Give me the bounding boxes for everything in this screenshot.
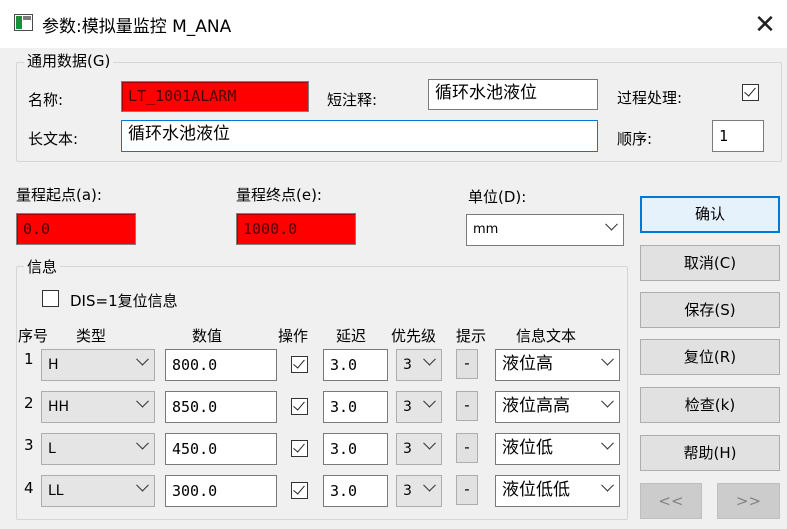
row-1-type-value: H	[48, 357, 59, 373]
row-4-value-field[interactable]: 300.0	[165, 475, 277, 507]
row-2-seq: 2	[24, 394, 34, 412]
dis-checkbox[interactable]	[42, 290, 59, 307]
range-start-label: 量程起点(a):	[16, 186, 102, 204]
range-start-field[interactable]: 0.0	[16, 213, 136, 245]
row-4-priority-dropdown[interactable]: 3	[396, 475, 442, 507]
dis-label: DIS=1复位信息	[70, 292, 178, 310]
prev-button[interactable]: <<	[640, 483, 702, 519]
save-button[interactable]: 保存(S)	[640, 292, 780, 328]
row-4-type-dropdown[interactable]: LL	[41, 475, 155, 507]
chevron-down-icon	[605, 217, 618, 231]
row-1-text-value: 液位高	[502, 354, 553, 374]
process-label: 过程处理:	[617, 89, 683, 107]
header-priority: 优先级	[391, 327, 437, 345]
row-2-hint-button[interactable]: -	[456, 391, 478, 421]
chevron-down-icon	[136, 478, 149, 492]
row-4-hint-button[interactable]: -	[456, 475, 478, 505]
row-3-value-field[interactable]: 450.0	[165, 433, 277, 465]
check-button[interactable]: 检查(k)	[640, 387, 780, 423]
header-delay: 延迟	[336, 327, 367, 345]
long-text-label: 长文本:	[28, 130, 79, 148]
chevron-down-icon	[423, 478, 436, 492]
header-text: 信息文本	[516, 327, 577, 345]
unit-dropdown[interactable]: mm	[466, 214, 624, 246]
close-icon[interactable]: ✕	[748, 8, 782, 42]
chevron-down-icon	[423, 352, 436, 366]
row-2-text-value: 液位高高	[502, 396, 570, 416]
row-3-seq: 3	[24, 436, 34, 454]
unit-dropdown-value: mm	[473, 222, 499, 237]
confirm-button[interactable]: 确认	[640, 196, 780, 233]
row-3-text-dropdown[interactable]: 液位低	[495, 433, 620, 465]
row-4-type-value: LL	[48, 483, 64, 499]
short-note-label: 短注释:	[327, 91, 378, 109]
row-3-priority-value: 3	[403, 441, 412, 457]
chevron-down-icon	[601, 436, 614, 450]
row-2-text-dropdown[interactable]: 液位高高	[495, 391, 620, 423]
range-end-field[interactable]: 1000.0	[236, 213, 356, 245]
row-4-text-dropdown[interactable]: 液位低低	[495, 475, 620, 507]
row-2-type-value: HH	[48, 399, 70, 415]
row-2-op-checkbox[interactable]	[291, 398, 308, 415]
chevron-down-icon	[423, 436, 436, 450]
row-3-op-checkbox[interactable]	[291, 440, 308, 457]
app-icon	[14, 14, 33, 31]
row-1-seq: 1	[24, 350, 34, 368]
header-value: 数值	[192, 327, 223, 345]
chevron-down-icon	[601, 352, 614, 366]
row-2-delay-field[interactable]: 3.0	[323, 391, 388, 423]
row-3-type-dropdown[interactable]: L	[41, 433, 155, 465]
header-type: 类型	[76, 327, 107, 345]
short-note-field[interactable]: 循环水池液位	[428, 79, 598, 110]
header-op: 操作	[278, 327, 309, 345]
order-label: 顺序:	[617, 130, 653, 148]
name-label: 名称:	[28, 91, 64, 109]
row-1-hint-button[interactable]: -	[456, 349, 478, 379]
row-1-text-dropdown[interactable]: 液位高	[495, 349, 620, 381]
row-2-type-dropdown[interactable]: HH	[41, 391, 155, 423]
row-4-op-checkbox[interactable]	[291, 482, 308, 499]
chevron-down-icon	[601, 478, 614, 492]
row-1-delay-field[interactable]: 3.0	[323, 349, 388, 381]
cancel-button[interactable]: 取消(C)	[640, 245, 780, 281]
row-4-priority-value: 3	[403, 483, 412, 499]
row-1-type-dropdown[interactable]: H	[41, 349, 155, 381]
window-title: 参数:模拟量监控 M_ANA	[42, 17, 232, 37]
name-field[interactable]: LT_1001ALARM	[121, 81, 309, 112]
range-end-label: 量程终点(e):	[236, 186, 322, 204]
row-2-priority-dropdown[interactable]: 3	[396, 391, 442, 423]
unit-label: 单位(D):	[468, 188, 527, 206]
header-hint: 提示	[456, 327, 487, 345]
row-3-delay-field[interactable]: 3.0	[323, 433, 388, 465]
process-checkbox[interactable]	[742, 84, 759, 101]
info-group-label: 信息	[24, 256, 61, 277]
row-1-op-checkbox[interactable]	[291, 356, 308, 373]
header-seq: 序号	[18, 327, 49, 345]
row-1-priority-value: 3	[403, 357, 412, 373]
chevron-down-icon	[136, 436, 149, 450]
row-3-priority-dropdown[interactable]: 3	[396, 433, 442, 465]
row-1-priority-dropdown[interactable]: 3	[396, 349, 442, 381]
chevron-down-icon	[136, 352, 149, 366]
chevron-down-icon	[423, 394, 436, 408]
help-button[interactable]: 帮助(H)	[640, 435, 780, 471]
general-data-group-label: 通用数据(G)	[24, 50, 114, 71]
chevron-down-icon	[136, 394, 149, 408]
row-1-value-field[interactable]: 800.0	[165, 349, 277, 381]
row-2-priority-value: 3	[403, 399, 412, 415]
row-3-hint-button[interactable]: -	[456, 433, 478, 463]
row-3-type-value: L	[48, 441, 56, 457]
order-field[interactable]: 1	[712, 120, 764, 152]
chevron-down-icon	[601, 394, 614, 408]
long-text-field[interactable]: 循环水池液位	[121, 120, 598, 152]
row-4-text-value: 液位低低	[502, 480, 570, 500]
row-4-delay-field[interactable]: 3.0	[323, 475, 388, 507]
next-button[interactable]: >>	[717, 483, 780, 519]
reset-button[interactable]: 复位(R)	[640, 339, 780, 375]
row-2-value-field[interactable]: 850.0	[165, 391, 277, 423]
row-3-text-value: 液位低	[502, 438, 553, 458]
row-4-seq: 4	[24, 479, 34, 497]
